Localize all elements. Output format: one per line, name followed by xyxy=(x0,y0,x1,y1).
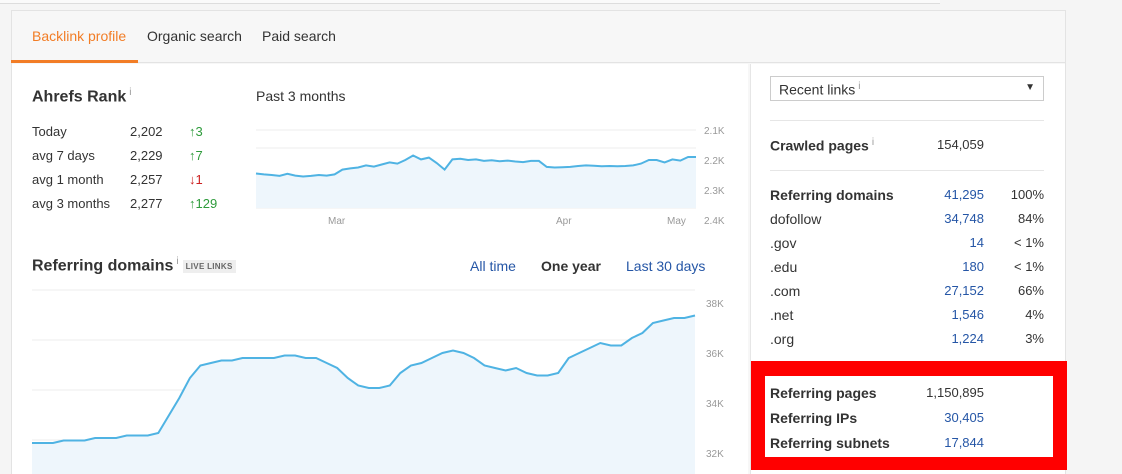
org-pct: 3% xyxy=(1025,331,1044,346)
rd-y-tick-36k: 36K xyxy=(706,349,724,360)
caret-down-icon: ▼ xyxy=(1025,82,1035,93)
crawled-pages-label: Crawled pages i xyxy=(770,137,875,154)
net-label: .net xyxy=(770,307,794,323)
referring-subnets-value[interactable]: 17,844 xyxy=(874,435,984,450)
crawled-pages-value: 154,059 xyxy=(937,137,984,152)
divider xyxy=(770,120,1044,121)
referring-pages-label: Referring pages xyxy=(770,385,877,401)
com-label: .com xyxy=(770,283,801,299)
info-icon: i xyxy=(858,81,861,92)
com-pct: 66% xyxy=(1017,283,1044,298)
rd-y-tick-32k: 32K xyxy=(706,449,724,460)
referring-domains-value[interactable]: 41,295 xyxy=(874,187,984,202)
rd-y-tick-38k: 38K xyxy=(706,299,724,310)
referring-ips-value[interactable]: 30,405 xyxy=(874,410,984,425)
net-value[interactable]: 1,546 xyxy=(874,307,984,322)
rd-y-tick-34k: 34K xyxy=(706,399,724,410)
edu-pct: < 1% xyxy=(1014,259,1044,274)
gov-value[interactable]: 14 xyxy=(874,235,984,250)
referring-domains-pct: 100% xyxy=(1010,187,1044,202)
rd-area-fill xyxy=(32,315,695,474)
dofollow-label: dofollow xyxy=(770,211,822,227)
edu-label: .edu xyxy=(770,259,798,275)
referring-ips-label: Referring IPs xyxy=(770,410,858,426)
dofollow-value[interactable]: 34,748 xyxy=(874,211,984,226)
recent-links-dropdown[interactable]: Recent links i ▼ xyxy=(770,76,1044,101)
net-pct: 4% xyxy=(1025,307,1044,322)
com-value[interactable]: 27,152 xyxy=(874,283,984,298)
edu-value[interactable]: 180 xyxy=(874,259,984,274)
divider xyxy=(770,170,1044,171)
gov-pct: < 1% xyxy=(1014,235,1044,250)
dofollow-pct: 84% xyxy=(1017,211,1044,226)
gov-label: .gov xyxy=(770,235,797,251)
referring-subnets-label: Referring subnets xyxy=(770,435,890,451)
org-label: .org xyxy=(770,331,795,347)
org-value[interactable]: 1,224 xyxy=(874,331,984,346)
referring-pages-value: 1,150,895 xyxy=(926,385,984,400)
